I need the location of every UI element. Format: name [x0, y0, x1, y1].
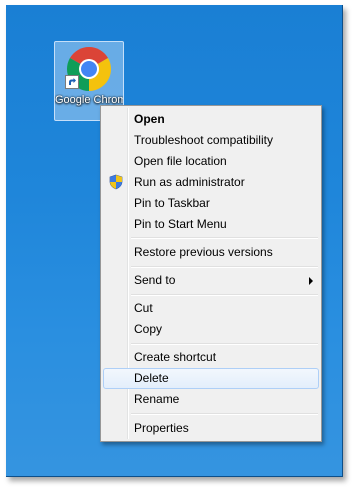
uac-shield-icon	[109, 174, 123, 190]
menu-separator	[131, 266, 318, 268]
menu-item-open[interactable]: Open	[103, 109, 319, 130]
menu-item-create-shortcut[interactable]: Create shortcut	[103, 347, 319, 368]
menu-item-cut[interactable]: Cut	[103, 298, 319, 319]
menu-item-pin-to-taskbar[interactable]: Pin to Taskbar	[103, 193, 319, 214]
menu-item-troubleshoot-compatibility[interactable]: Troubleshoot compatibility	[103, 130, 319, 151]
menu-item-restore-previous-versions[interactable]: Restore previous versions	[103, 242, 319, 263]
menu-item-open-file-location[interactable]: Open file location	[103, 151, 319, 172]
submenu-arrow-icon	[309, 277, 313, 285]
shortcut-arrow-icon	[65, 75, 79, 89]
menu-separator	[131, 237, 318, 239]
menu-item-delete[interactable]: Delete	[103, 368, 319, 389]
menu-item-send-to[interactable]: Send to	[103, 270, 319, 291]
menu-separator	[131, 413, 318, 415]
menu-separator	[131, 343, 318, 345]
context-menu: Open Troubleshoot compatibility Open fil…	[100, 105, 322, 442]
menu-item-run-as-administrator[interactable]: Run as administrator	[103, 172, 319, 193]
menu-item-pin-to-start-menu[interactable]: Pin to Start Menu	[103, 214, 319, 235]
menu-separator	[131, 294, 318, 296]
menu-item-copy[interactable]: Copy	[103, 319, 319, 340]
menu-item-properties[interactable]: Properties	[103, 418, 319, 439]
menu-item-rename[interactable]: Rename	[103, 389, 319, 410]
